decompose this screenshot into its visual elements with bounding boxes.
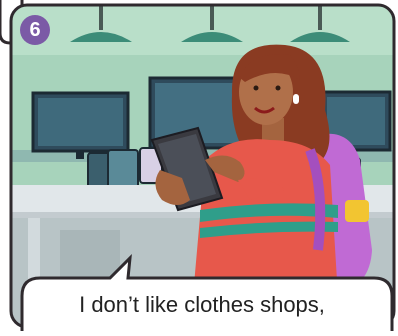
display-tablet (107, 149, 139, 191)
speech-text: I don’t like clothes shops, (79, 292, 325, 317)
panel-number-badge: 6 (20, 15, 50, 45)
panel-illustration (0, 0, 396, 335)
earbud (293, 94, 299, 104)
comic-panel: 6 I don’t like clothes shops, (0, 0, 398, 335)
